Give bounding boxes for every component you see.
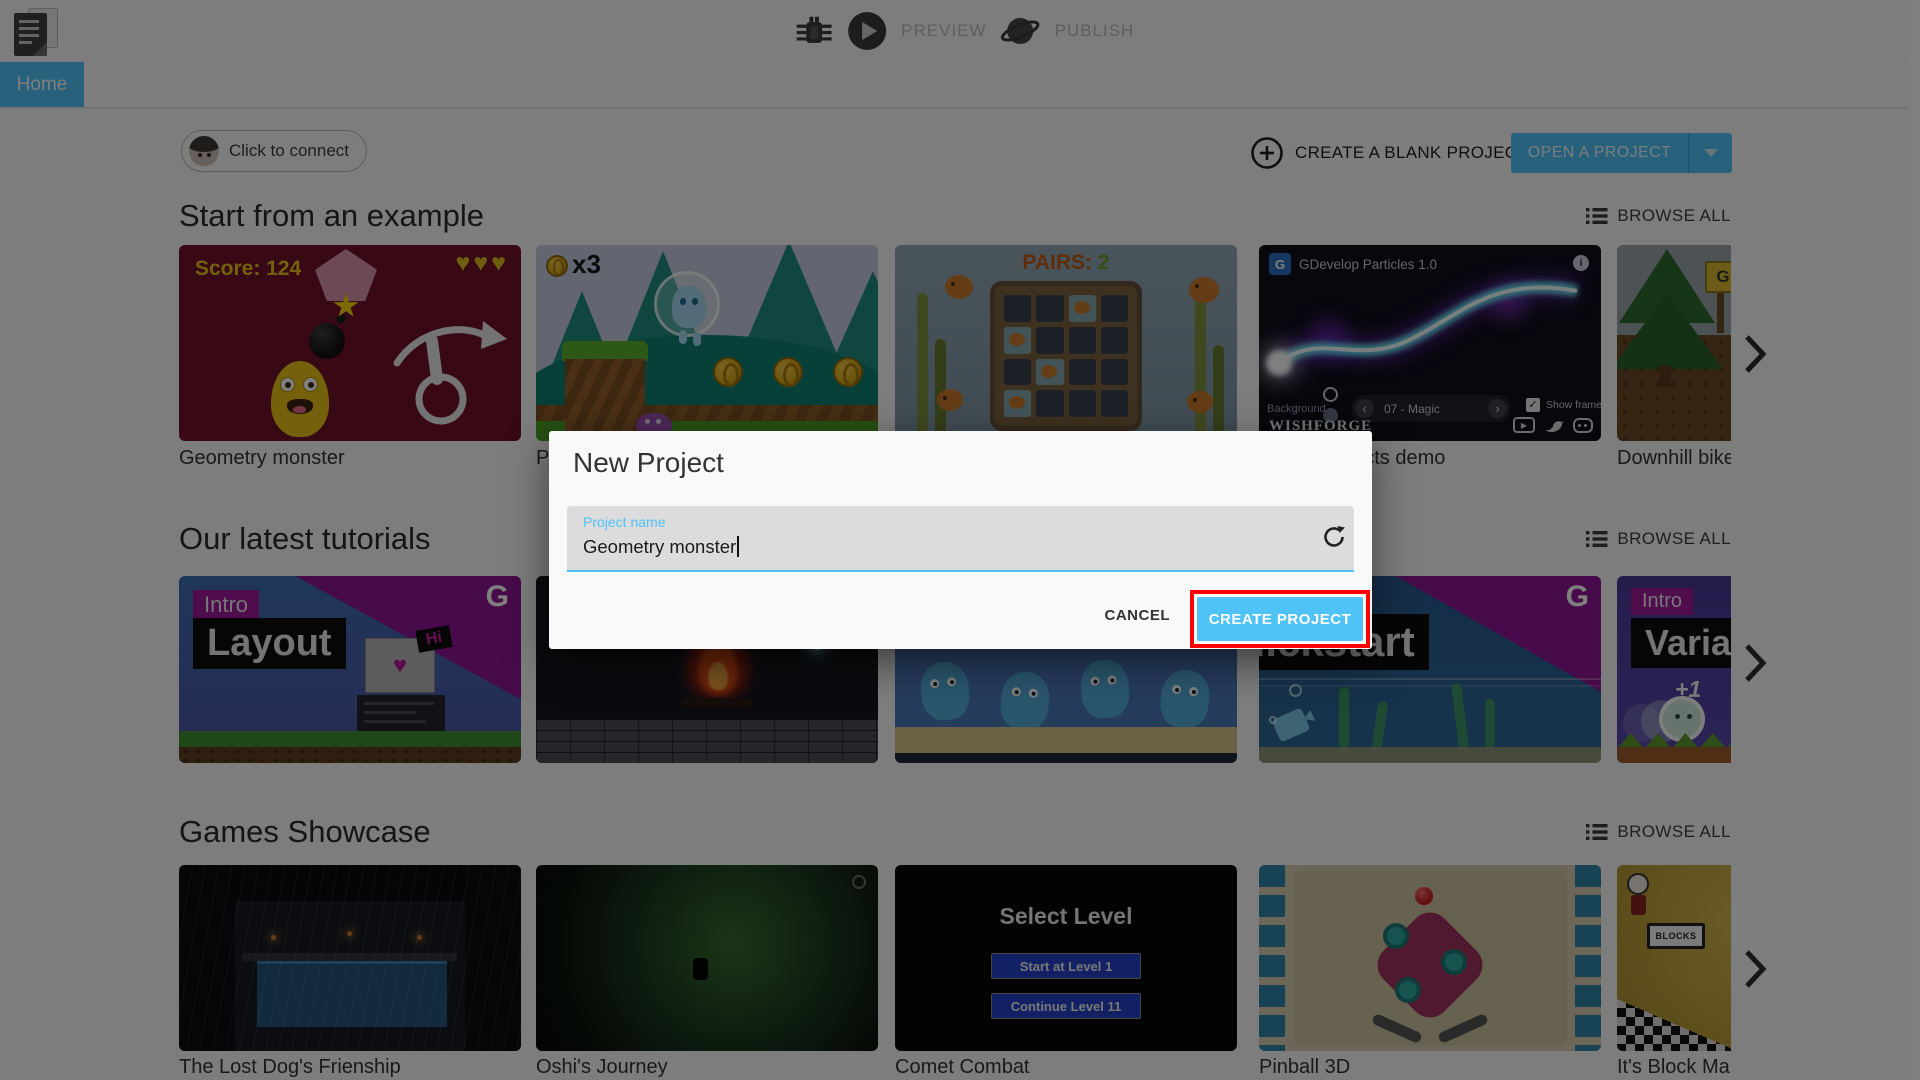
project-name-field[interactable]: Project name Geometry monster — [567, 506, 1354, 572]
text-cursor — [737, 536, 739, 557]
create-project-button[interactable]: CREATE PROJECT — [1197, 597, 1363, 641]
refresh-icon[interactable] — [1320, 523, 1348, 551]
project-name-value[interactable]: Geometry monster — [583, 536, 736, 557]
dialog-title: New Project — [573, 447, 724, 478]
project-name-label: Project name — [583, 514, 666, 530]
cancel-button[interactable]: CANCEL — [1095, 601, 1181, 630]
annotation-highlight-box: CREATE PROJECT — [1190, 590, 1370, 648]
new-project-dialog: New Project Project name Geometry monste… — [549, 431, 1372, 649]
